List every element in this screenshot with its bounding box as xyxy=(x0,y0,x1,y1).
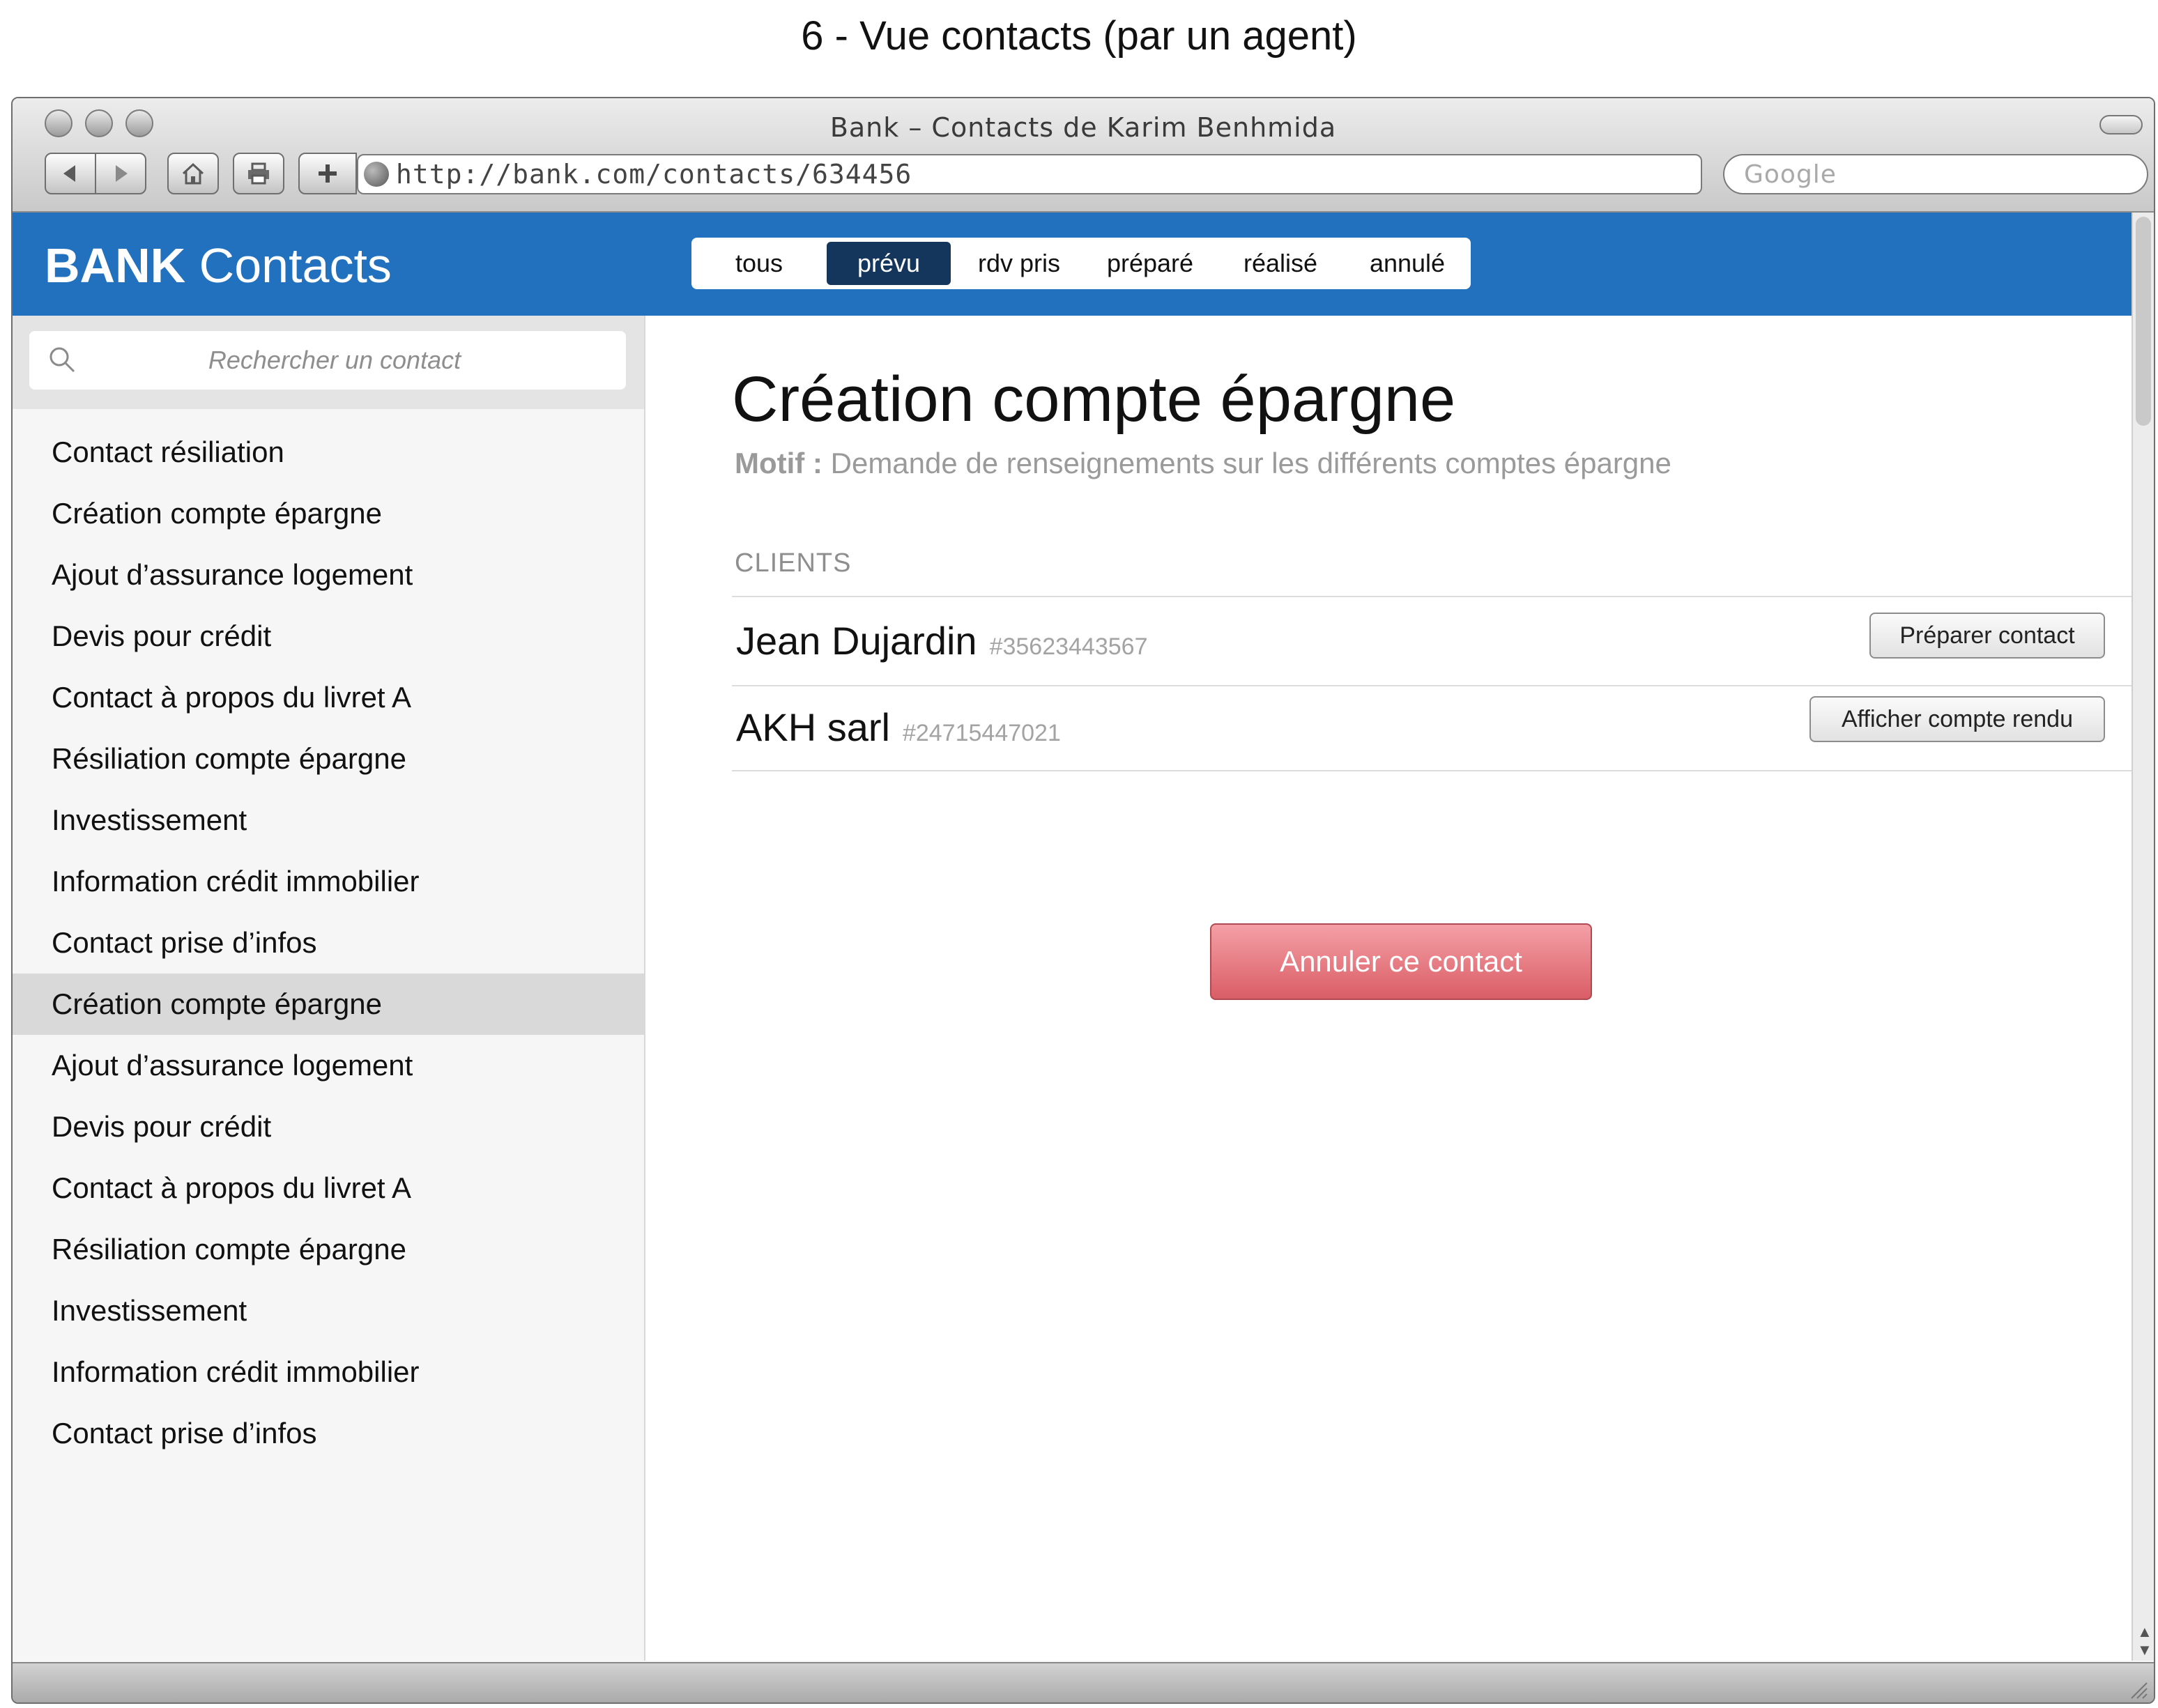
clients-heading: CLIENTS xyxy=(735,548,852,578)
client-id: #24715447021 xyxy=(902,720,1061,746)
browser-search-input[interactable]: Google xyxy=(1723,154,2148,194)
list-item[interactable]: Contact prise d’infos xyxy=(13,912,644,974)
status-filter-tabs: tous prévu rdv pris préparé réalisé annu… xyxy=(691,238,1471,289)
divider xyxy=(732,770,2132,771)
client-last-name: sarl xyxy=(827,705,890,749)
browser-statusbar xyxy=(13,1662,2154,1702)
globe-icon xyxy=(364,162,389,187)
forward-arrow-icon xyxy=(116,165,128,182)
list-item[interactable]: Contact prise d’infos xyxy=(13,1403,644,1464)
list-item[interactable]: Création compte épargne xyxy=(13,483,644,544)
scroll-down-icon[interactable]: ▼ xyxy=(2137,1641,2152,1659)
list-item[interactable]: Résiliation compte épargne xyxy=(13,1219,644,1280)
tab-tous[interactable]: tous xyxy=(697,242,821,285)
scrollbar-thumb[interactable] xyxy=(2136,217,2151,426)
list-item[interactable]: Résiliation compte épargne xyxy=(13,728,644,790)
browser-window: Bank – Contacts de Karim Benhmida http:/… xyxy=(11,97,2155,1704)
client-name: Jean Dujardin #35623443567 xyxy=(736,618,1147,663)
cancel-contact-button[interactable]: Annuler ce contact xyxy=(1210,923,1592,1000)
home-button[interactable] xyxy=(167,153,219,194)
motif-label: Motif : xyxy=(735,447,822,479)
client-row: AKH sarl #24715447021 Afficher compte ren… xyxy=(732,686,2132,774)
list-item[interactable]: Information crédit immobilier xyxy=(13,851,644,912)
vertical-scrollbar[interactable]: ▲ ▼ xyxy=(2132,213,2154,1661)
app-logo[interactable]: BANK Contacts xyxy=(45,238,392,293)
tab-annule[interactable]: annulé xyxy=(1348,242,1467,285)
list-item[interactable]: Contact résiliation xyxy=(13,422,644,483)
client-last-name: Dujardin xyxy=(832,619,977,663)
motif-text: Demande de renseignements sur les différ… xyxy=(830,447,1671,479)
client-id: #35623443567 xyxy=(989,633,1148,660)
contact-detail: Création compte épargne Motif : Demande … xyxy=(645,316,2132,1661)
list-item[interactable]: Ajout d’assurance logement xyxy=(13,544,644,606)
page-caption: 6 - Vue contacts (par un agent) xyxy=(801,13,1357,59)
browser-titlebar: Bank – Contacts de Karim Benhmida http:/… xyxy=(13,98,2154,213)
app-header: BANK Contacts tous prévu rdv pris prépar… xyxy=(13,213,2132,316)
address-bar-url: http://bank.com/contacts/634456 xyxy=(396,159,912,190)
list-item[interactable]: Contact à propos du livret A xyxy=(13,1157,644,1219)
plus-icon xyxy=(319,164,337,183)
list-item[interactable]: Contact à propos du livret A xyxy=(13,667,644,728)
prepare-contact-button[interactable]: Préparer contact xyxy=(1869,613,2105,659)
client-row: Jean Dujardin #35623443567 Préparer conta… xyxy=(732,597,2132,685)
list-item[interactable]: Information crédit immobilier xyxy=(13,1341,644,1403)
list-item[interactable]: Devis pour crédit xyxy=(13,1096,644,1157)
client-first-name: AKH xyxy=(736,705,817,749)
resize-grip-icon[interactable] xyxy=(2127,1679,2148,1700)
list-item[interactable]: Ajout d’assurance logement xyxy=(13,1035,644,1096)
contact-search-input[interactable]: Rechercher un contact xyxy=(29,331,626,390)
address-bar[interactable]: http://bank.com/contacts/634456 xyxy=(357,154,1702,194)
brand-light: Contacts xyxy=(199,238,392,293)
client-first-name: Jean xyxy=(736,619,821,663)
list-item[interactable]: Investissement xyxy=(13,1280,644,1341)
tab-realise[interactable]: réalisé xyxy=(1218,242,1342,285)
list-item[interactable]: Devis pour crédit xyxy=(13,606,644,667)
window-title: Bank – Contacts de Karim Benhmida xyxy=(829,112,1337,143)
print-button[interactable] xyxy=(233,153,284,194)
tab-prepare[interactable]: préparé xyxy=(1087,242,1213,285)
back-button[interactable] xyxy=(45,153,96,194)
home-icon xyxy=(182,162,204,185)
printer-icon xyxy=(248,162,269,185)
client-name: AKH sarl #24715447021 xyxy=(736,705,1061,750)
contact-motif: Motif : Demande de renseignements sur le… xyxy=(735,447,1671,480)
contacts-sidebar: Rechercher un contact Contact résiliatio… xyxy=(13,316,645,1661)
brand-bold: BANK xyxy=(45,238,186,293)
contact-list: Contact résiliation Création compte épar… xyxy=(13,422,644,1464)
add-bookmark-button[interactable] xyxy=(298,153,357,194)
toolbar-toggle-button[interactable] xyxy=(2099,115,2143,134)
scroll-up-icon[interactable]: ▲ xyxy=(2137,1623,2152,1641)
forward-button[interactable] xyxy=(95,153,146,194)
back-arrow-icon xyxy=(63,165,75,182)
show-report-button[interactable]: Afficher compte rendu xyxy=(1809,696,2105,742)
tab-rdv-pris[interactable]: rdv pris xyxy=(956,242,1082,285)
page-title: Création compte épargne xyxy=(732,364,1456,435)
sidebar-search-area: Rechercher un contact xyxy=(13,316,644,409)
list-item[interactable]: Investissement xyxy=(13,790,644,851)
contact-search-placeholder: Rechercher un contact xyxy=(208,346,461,374)
tab-prevu[interactable]: prévu xyxy=(827,242,951,285)
list-item-selected[interactable]: Création compte épargne xyxy=(13,974,644,1035)
